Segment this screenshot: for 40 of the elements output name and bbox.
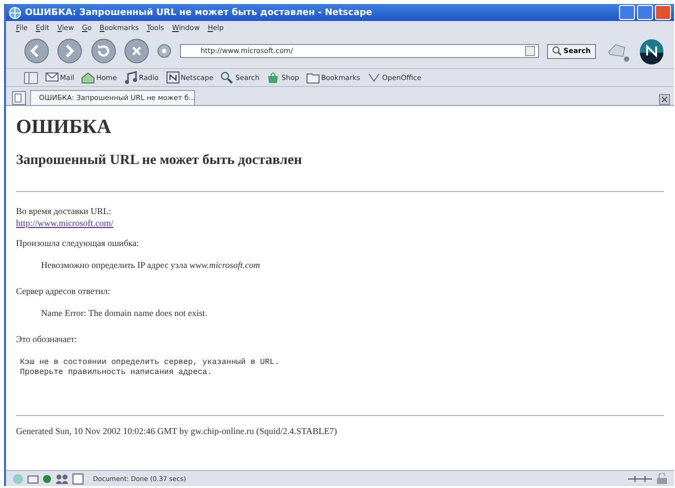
close-tab-icon[interactable] xyxy=(659,94,670,105)
lock-icon xyxy=(656,472,668,484)
page-subheading: Запрошенный URL не может быть доставлен xyxy=(16,153,302,169)
body-text: Сервер адресов ответил: xyxy=(16,286,110,296)
stop-button[interactable] xyxy=(124,37,150,65)
footer-text: Generated Sun, 10 Nov 2002 10:02:46 GMT by gw.chip-online.ru (Squid/2.4.STABLE7) xyxy=(16,426,337,436)
body-text: Во время доставки URL: xyxy=(16,206,112,216)
url-link[interactable]: http://www.microsoft.com/ xyxy=(16,218,114,228)
envelope-icon xyxy=(45,71,59,84)
globe-icon xyxy=(9,6,21,18)
sidebar-icon[interactable] xyxy=(24,72,38,84)
magnifier-icon xyxy=(220,71,234,84)
window-title: ОШИБКА: Запрошенный URL не может быть доставлен - Netscape xyxy=(25,8,372,18)
explanation-text: Кэш не в состоянии определить сервер, указанный в URL. Проверьте правильность написания адреса. xyxy=(20,358,280,378)
bag-icon xyxy=(266,71,280,84)
reload-button[interactable] xyxy=(90,37,116,65)
error-message: Невозможно определить IP адрес узла www.microsoft.com xyxy=(41,260,260,270)
body-text: Произошла следующая ошибка: xyxy=(16,238,140,248)
close-button[interactable] xyxy=(655,5,671,20)
dot-icon[interactable] xyxy=(42,474,52,484)
netscape-logo xyxy=(638,37,664,65)
new-tab-icon[interactable] xyxy=(12,91,26,105)
envelope-icon[interactable] xyxy=(27,472,39,484)
dropdown-icon xyxy=(524,46,535,56)
error-message: Name Error: The domain name does not exist. xyxy=(41,308,208,318)
connection-icon xyxy=(627,474,653,484)
search-icon xyxy=(552,46,562,56)
folder-icon xyxy=(306,71,320,84)
house-icon xyxy=(81,71,96,84)
minimize-button[interactable] xyxy=(619,5,635,20)
forward-button[interactable] xyxy=(57,37,83,65)
back-button[interactable] xyxy=(24,37,50,65)
home-button[interactable] xyxy=(157,43,172,59)
people-icon[interactable] xyxy=(55,472,69,484)
maximize-button[interactable] xyxy=(637,5,653,20)
window-icon[interactable] xyxy=(72,472,84,484)
page-heading: ОШИБКА xyxy=(16,116,112,139)
music-note-icon xyxy=(124,71,138,84)
body-text: Это обозначает: xyxy=(16,334,78,344)
window-icon xyxy=(166,71,180,84)
